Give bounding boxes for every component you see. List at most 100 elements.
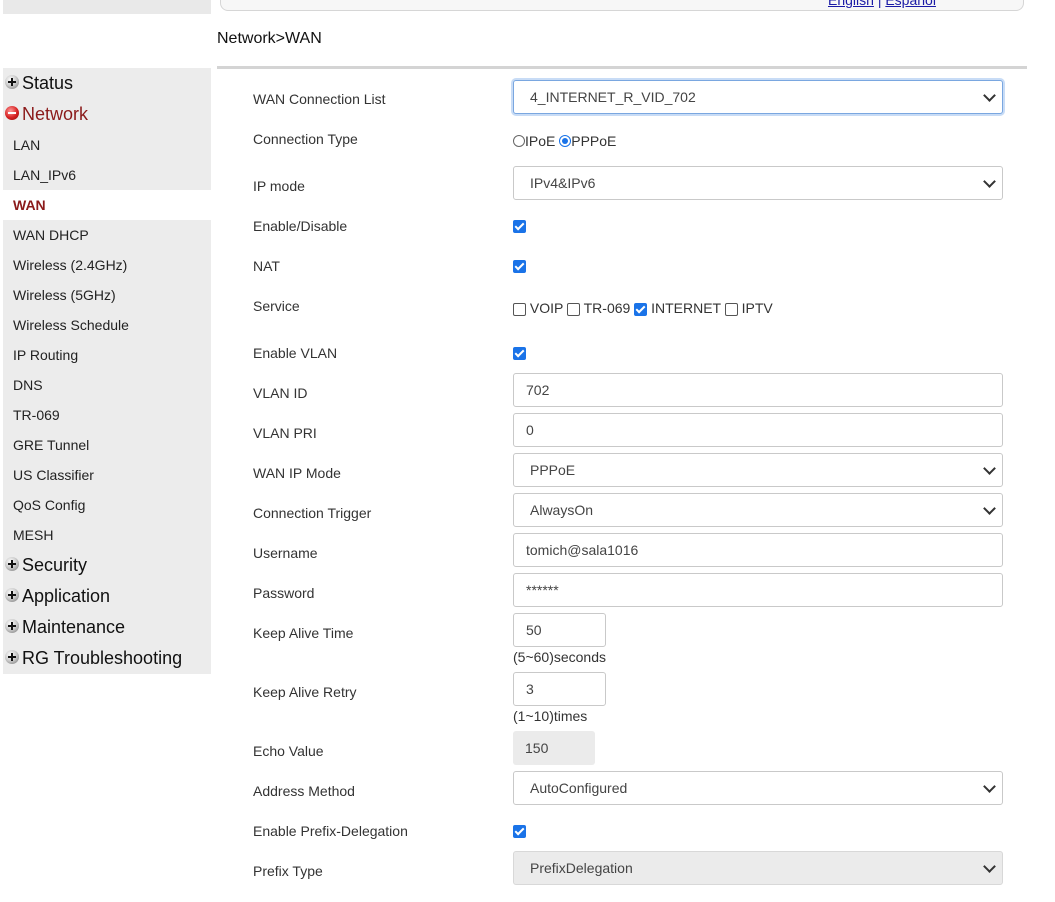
keep-alive-time-input[interactable]: 50 bbox=[513, 613, 606, 647]
sidebar-application-label: Application bbox=[22, 586, 111, 606]
sidebar-item-lan[interactable]: LAN bbox=[3, 130, 211, 160]
sidebar-item-us-classifier[interactable]: US Classifier bbox=[3, 460, 211, 490]
address-method-select[interactable]: AutoConfigured bbox=[513, 771, 1003, 805]
service-options: VOIP TR-069 INTERNET IPTV bbox=[513, 300, 773, 316]
collapse-minus-icon bbox=[5, 105, 19, 120]
sidebar-item-tr069[interactable]: TR-069 bbox=[3, 400, 211, 430]
chevron-down-icon bbox=[983, 89, 996, 102]
keep-alive-time-label: Keep Alive Time bbox=[253, 625, 354, 641]
breadcrumb: Network>WAN bbox=[217, 30, 322, 47]
expand-plus-icon bbox=[5, 587, 19, 602]
chevron-down-icon bbox=[983, 860, 996, 873]
radio-pppoe[interactable] bbox=[559, 135, 572, 148]
connection-type-radios: IPoE PPPoE bbox=[513, 133, 616, 149]
wan-connection-list-value: 4_INTERNET_R_VID_702 bbox=[530, 89, 696, 105]
username-label: Username bbox=[253, 545, 318, 561]
username-input[interactable]: tomich@sala1016 bbox=[513, 533, 1003, 567]
service-iptv-label: IPTV bbox=[741, 300, 773, 316]
expand-plus-icon bbox=[5, 618, 19, 633]
sidebar-network-label: Network bbox=[22, 104, 89, 124]
ip-mode-select[interactable]: IPv4&IPv6 bbox=[513, 166, 1003, 200]
sidebar-status-label: Status bbox=[22, 73, 74, 93]
sidebar-item-wireless-5[interactable]: Wireless (5GHz) bbox=[3, 280, 211, 310]
sidebar-status[interactable]: Status bbox=[3, 68, 211, 99]
connection-type-label: Connection Type bbox=[253, 131, 358, 147]
service-iptv-checkbox[interactable] bbox=[724, 302, 738, 316]
service-internet-label: INTERNET bbox=[651, 300, 721, 316]
enable-disable-checkbox[interactable] bbox=[513, 220, 526, 233]
radio-pppoe-label: PPPoE bbox=[571, 133, 617, 149]
sidebar-item-dns[interactable]: DNS bbox=[3, 370, 211, 400]
keep-alive-retry-label: Keep Alive Retry bbox=[253, 684, 357, 700]
sidebar-item-gre-tunnel[interactable]: GRE Tunnel bbox=[3, 430, 211, 460]
sidebar-item-wan-dhcp[interactable]: WAN DHCP bbox=[3, 220, 211, 250]
wan-connection-list-label: WAN Connection List bbox=[253, 91, 386, 107]
keep-alive-retry-input[interactable]: 3 bbox=[513, 672, 606, 706]
address-method-label: Address Method bbox=[253, 783, 355, 799]
ip-mode-label: IP mode bbox=[253, 178, 305, 194]
enable-prefix-delegation-label: Enable Prefix-Delegation bbox=[253, 823, 408, 839]
sidebar-item-mesh[interactable]: MESH bbox=[3, 520, 211, 550]
radio-ipoe-label: IPoE bbox=[525, 133, 556, 149]
service-label: Service bbox=[253, 298, 300, 314]
lang-english-link[interactable]: English bbox=[828, 0, 874, 8]
sidebar-item-wireless-schedule[interactable]: Wireless Schedule bbox=[3, 310, 211, 340]
sidebar-item-qos-config[interactable]: QoS Config bbox=[3, 490, 211, 520]
connection-trigger-value: AlwaysOn bbox=[530, 502, 594, 518]
echo-value-input: 150 bbox=[513, 731, 595, 765]
sidebar-application[interactable]: Application bbox=[3, 581, 211, 612]
sidebar-item-ip-routing[interactable]: IP Routing bbox=[3, 340, 211, 370]
prefix-type-value: PrefixDelegation bbox=[530, 860, 633, 876]
password-input[interactable]: ****** bbox=[513, 573, 1003, 607]
connection-trigger-select[interactable]: AlwaysOn bbox=[513, 493, 1003, 527]
password-label: Password bbox=[253, 585, 315, 601]
lang-espanol-link[interactable]: Español bbox=[885, 0, 936, 8]
service-tr069-label: TR-069 bbox=[583, 300, 631, 316]
chevron-down-icon bbox=[983, 462, 996, 475]
sidebar-item-lan-ipv6[interactable]: LAN_IPv6 bbox=[3, 160, 211, 190]
lang-separator: | bbox=[877, 0, 882, 8]
wan-ip-mode-value: PPPoE bbox=[530, 462, 576, 478]
keep-alive-retry-hint: (1~10)times bbox=[513, 708, 588, 724]
sidebar-maintenance[interactable]: Maintenance bbox=[3, 612, 211, 643]
keep-alive-time-hint: (5~60)seconds bbox=[513, 649, 607, 665]
sidebar: Status Network LAN LAN_IPv6 WAN WAN DHCP… bbox=[3, 68, 211, 674]
enable-vlan-checkbox[interactable] bbox=[513, 347, 526, 360]
language-switcher: English | Español bbox=[828, 0, 936, 8]
wan-ip-mode-label: WAN IP Mode bbox=[253, 465, 341, 481]
sidebar-security[interactable]: Security bbox=[3, 550, 211, 581]
address-method-value: AutoConfigured bbox=[530, 780, 628, 796]
wan-ip-mode-select[interactable]: PPPoE bbox=[513, 453, 1003, 487]
service-internet-checkbox[interactable] bbox=[634, 302, 648, 316]
nat-checkbox[interactable] bbox=[513, 260, 526, 273]
service-voip-label: VOIP bbox=[529, 300, 564, 316]
radio-ipoe[interactable] bbox=[513, 135, 525, 148]
enable-vlan-label: Enable VLAN bbox=[253, 345, 338, 361]
vlan-id-input[interactable]: 702 bbox=[513, 373, 1003, 407]
nat-label: NAT bbox=[253, 258, 280, 274]
expand-plus-icon bbox=[5, 649, 19, 664]
enable-disable-label: Enable/Disable bbox=[253, 218, 348, 234]
wan-connection-list-select[interactable]: 4_INTERNET_R_VID_702 bbox=[513, 80, 1003, 114]
expand-plus-icon bbox=[5, 74, 19, 89]
prefix-type-label: Prefix Type bbox=[253, 863, 323, 879]
chevron-down-icon bbox=[983, 175, 996, 188]
sidebar-maintenance-label: Maintenance bbox=[22, 617, 126, 637]
chevron-down-icon bbox=[983, 780, 996, 793]
divider bbox=[217, 66, 1027, 69]
connection-trigger-label: Connection Trigger bbox=[253, 505, 372, 521]
service-tr069-checkbox[interactable] bbox=[566, 302, 580, 316]
enable-prefix-delegation-checkbox[interactable] bbox=[513, 825, 526, 838]
sidebar-network[interactable]: Network bbox=[3, 99, 211, 130]
vlan-pri-input[interactable]: 0 bbox=[513, 413, 1003, 447]
sidebar-security-label: Security bbox=[22, 555, 88, 575]
prefix-type-select: PrefixDelegation bbox=[513, 851, 1003, 885]
service-voip-checkbox[interactable] bbox=[513, 302, 526, 316]
vlan-pri-label: VLAN PRI bbox=[253, 425, 317, 441]
sidebar-rg-troubleshooting[interactable]: RG Troubleshooting bbox=[3, 643, 211, 674]
sidebar-rg-troubleshooting-label: RG Troubleshooting bbox=[22, 648, 183, 668]
echo-value-label: Echo Value bbox=[253, 743, 324, 759]
sidebar-item-wan[interactable]: WAN bbox=[3, 190, 211, 220]
sidebar-item-wireless-24[interactable]: Wireless (2.4GHz) bbox=[3, 250, 211, 280]
top-left-bar bbox=[3, 0, 211, 14]
